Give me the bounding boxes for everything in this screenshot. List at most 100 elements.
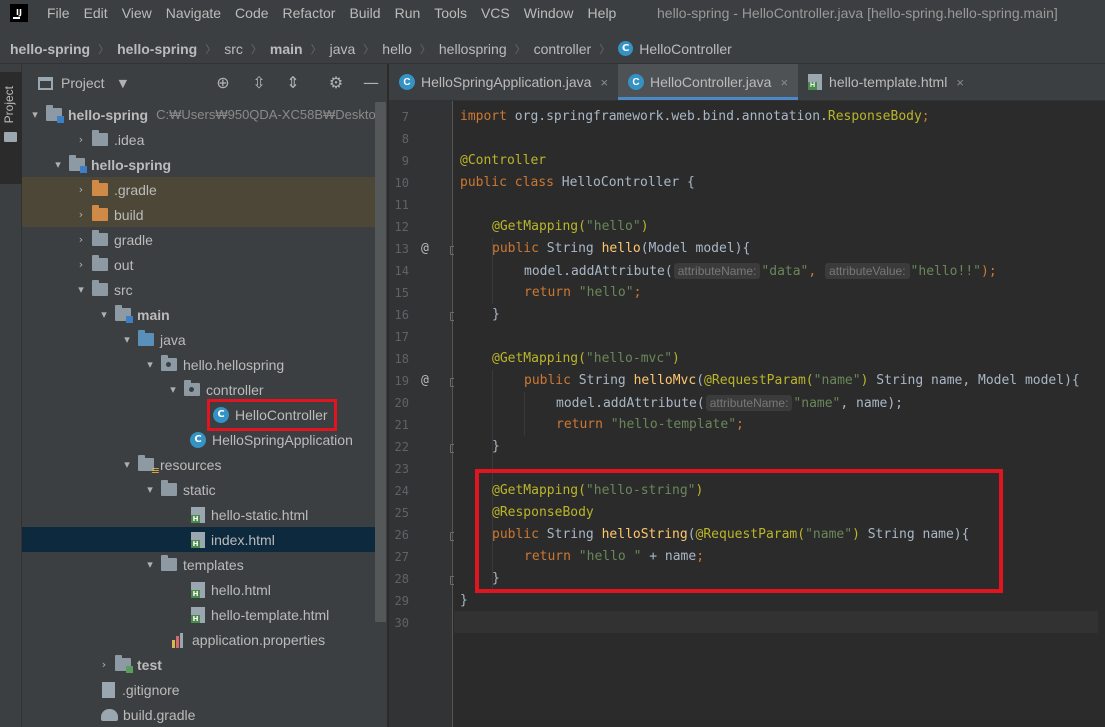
- close-icon[interactable]: ×: [780, 75, 788, 90]
- tab-hello-controller[interactable]: C HelloController.java ×: [618, 64, 799, 100]
- implemented-marker-icon[interactable]: @: [421, 238, 429, 260]
- line-number: 14: [394, 264, 409, 278]
- menu-refactor[interactable]: Refactor: [276, 0, 343, 26]
- tree-item[interactable]: › .idea: [22, 127, 377, 152]
- vertical-scrollbar[interactable]: [1098, 101, 1105, 727]
- project-panel-header: Project ▼ ⊕ ⇳ ⇕ ⚙ —: [22, 64, 387, 102]
- menu-build[interactable]: Build: [342, 0, 387, 26]
- intellij-logo-icon[interactable]: IJ: [8, 2, 30, 24]
- html-file-icon: [191, 531, 205, 548]
- chevron-right-icon[interactable]: ›: [97, 658, 111, 671]
- chevron-down-icon[interactable]: ▾: [97, 308, 111, 321]
- tree-item[interactable]: ▾ hello.hellospring: [22, 352, 377, 377]
- menu-navigate[interactable]: Navigate: [159, 0, 228, 26]
- tree-item[interactable]: ▾ hello-spring: [22, 152, 377, 177]
- code-line: model.addAttribute(attributeName: "name",…: [556, 395, 904, 411]
- tree-item[interactable]: hello-template.html: [22, 602, 377, 627]
- breadcrumb-item[interactable]: hello-spring: [10, 41, 90, 57]
- tree-item-selected[interactable]: index.html: [22, 527, 377, 552]
- chevron-right-icon[interactable]: ›: [74, 133, 88, 146]
- gear-icon[interactable]: ⚙: [327, 74, 345, 92]
- tree-item[interactable]: › out: [22, 252, 377, 277]
- tree-item[interactable]: application.properties: [22, 627, 377, 652]
- code-line: }: [460, 593, 468, 608]
- chevron-right-icon[interactable]: ›: [74, 183, 88, 196]
- toolbar-spacer: [0, 26, 1105, 34]
- line-number: 22: [394, 440, 409, 454]
- breadcrumb-item[interactable]: controller: [534, 41, 592, 57]
- tree-item-label: static: [183, 481, 216, 498]
- menu-edit[interactable]: Edit: [77, 0, 115, 26]
- tree-item[interactable]: › build: [22, 202, 377, 227]
- editor-gutter[interactable]: 7 8 9 10 11 12 13 14 15 16 17 18 19 20 2…: [389, 101, 457, 727]
- line-number: 23: [394, 462, 409, 476]
- window-title: hello-spring - HelloController.java [hel…: [657, 5, 1058, 21]
- parameter-hint: attributeValue:: [825, 263, 910, 279]
- chevron-down-icon[interactable]: ▼: [119, 77, 127, 90]
- tab-hello-spring-application[interactable]: C HelloSpringApplication.java ×: [389, 64, 618, 100]
- close-icon[interactable]: ×: [956, 75, 964, 90]
- menu-file[interactable]: File: [40, 0, 77, 26]
- editor-tab-bar: C HelloSpringApplication.java × C HelloC…: [389, 64, 1105, 101]
- chevron-down-icon[interactable]: ▾: [143, 358, 157, 371]
- tree-item[interactable]: ▾ java: [22, 327, 377, 352]
- chevron-right-icon: [251, 41, 262, 57]
- breadcrumb-item[interactable]: HelloController: [639, 41, 732, 57]
- tree-item[interactable]: › .gradle: [22, 177, 377, 202]
- tree-item[interactable]: .gitignore: [22, 677, 377, 702]
- breadcrumb-item[interactable]: hello: [382, 41, 412, 57]
- chevron-down-icon[interactable]: ▾: [74, 283, 88, 296]
- chevron-down-icon[interactable]: ▾: [120, 458, 134, 471]
- tree-item[interactable]: hello-static.html: [22, 502, 377, 527]
- chevron-right-icon: [311, 41, 322, 57]
- tree-item[interactable]: ▾ hello-spring C:₩Users₩950QDA-XC58B₩Des…: [22, 102, 377, 127]
- chevron-down-icon[interactable]: ▾: [51, 158, 65, 171]
- expand-all-icon[interactable]: ⇳: [250, 74, 268, 92]
- chevron-right-icon[interactable]: ›: [74, 208, 88, 221]
- code-editor[interactable]: import org.springframework.web.bind.anno…: [454, 101, 1105, 727]
- chevron-right-icon[interactable]: ›: [74, 258, 88, 271]
- menu-view[interactable]: View: [115, 0, 159, 26]
- tree-item[interactable]: ▾ main: [22, 302, 377, 327]
- tab-hello-template[interactable]: hello-template.html ×: [798, 64, 974, 100]
- tree-item[interactable]: ▾ src: [22, 277, 377, 302]
- breadcrumb-item[interactable]: src: [224, 41, 243, 57]
- breadcrumb-item[interactable]: main: [270, 41, 303, 57]
- chevron-down-icon[interactable]: ▾: [166, 383, 180, 396]
- folder-icon: [161, 555, 177, 571]
- breadcrumb-item[interactable]: java: [330, 41, 356, 57]
- menu-window[interactable]: Window: [517, 0, 581, 26]
- project-view-title[interactable]: Project: [61, 75, 105, 91]
- line-number: 8: [401, 132, 409, 146]
- chevron-down-icon[interactable]: ▾: [143, 483, 157, 496]
- tree-item[interactable]: ▾ templates: [22, 552, 377, 577]
- collapse-all-icon[interactable]: ⇕: [284, 74, 302, 92]
- menu-tools[interactable]: Tools: [427, 0, 474, 26]
- chevron-down-icon[interactable]: ▾: [120, 333, 134, 346]
- tree-item[interactable]: › test: [22, 652, 377, 677]
- vertical-scrollbar[interactable]: [375, 102, 386, 622]
- chevron-right-icon[interactable]: ›: [74, 233, 88, 246]
- locate-file-icon[interactable]: ⊕: [214, 74, 232, 92]
- implemented-marker-icon[interactable]: @: [421, 370, 429, 392]
- menu-help[interactable]: Help: [581, 0, 624, 26]
- breadcrumb-item[interactable]: hellospring: [439, 41, 507, 57]
- tree-item-label: .gitignore: [122, 681, 180, 698]
- breadcrumb-item[interactable]: hello-spring: [117, 41, 197, 57]
- tree-item[interactable]: build.gradle: [22, 702, 377, 727]
- menu-run[interactable]: Run: [388, 0, 428, 26]
- chevron-down-icon[interactable]: ▾: [28, 108, 42, 121]
- tree-item[interactable]: ▾ resources: [22, 452, 377, 477]
- chevron-down-icon[interactable]: ▾: [143, 558, 157, 571]
- close-icon[interactable]: ×: [600, 75, 608, 90]
- line-number: 10: [394, 176, 409, 190]
- minimize-icon[interactable]: —: [362, 74, 380, 92]
- project-tool-tab[interactable]: Project: [0, 72, 22, 184]
- menu-vcs[interactable]: VCS: [474, 0, 517, 26]
- tree-item-label: build.gradle: [123, 706, 196, 723]
- tree-item[interactable]: › gradle: [22, 227, 377, 252]
- tree-item[interactable]: ▾ static: [22, 477, 377, 502]
- tree-item[interactable]: hello.html: [22, 577, 377, 602]
- menu-code[interactable]: Code: [228, 0, 275, 26]
- line-number: 11: [394, 198, 409, 212]
